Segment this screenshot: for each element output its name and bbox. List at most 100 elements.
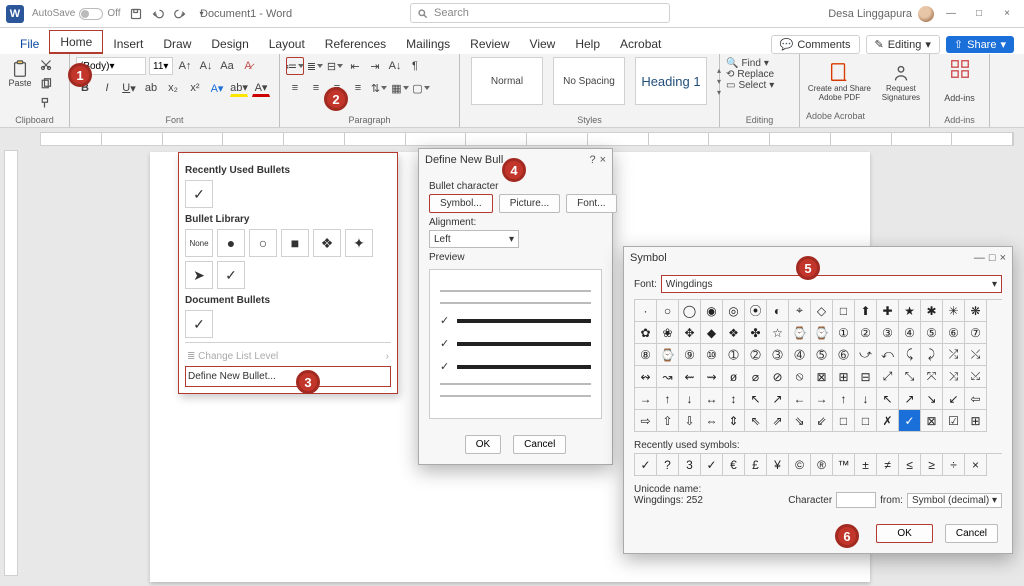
bullet-recent-check[interactable]: ✓ [185, 180, 213, 208]
symbol-cell[interactable]: ↝ [657, 366, 679, 388]
editing-mode-button[interactable]: ✎ Editing ▾ [866, 35, 940, 54]
symbol-cell[interactable]: ➁ [745, 344, 767, 366]
multilevel-button[interactable]: ⊟ [326, 57, 344, 75]
symbol-cell[interactable]: ⤨ [943, 366, 965, 388]
search-input[interactable]: Search [410, 3, 670, 23]
indent-dec-icon[interactable]: ⇤ [346, 57, 364, 75]
bullet-lib-0[interactable]: None [185, 229, 213, 257]
italic-icon[interactable]: I [98, 79, 116, 97]
symbol-cell[interactable]: · [635, 300, 657, 322]
symbol-cell[interactable]: ⤺ [877, 344, 899, 366]
symbol-cell[interactable]: ⇕ [723, 410, 745, 432]
symbol-cell[interactable]: ↑ [833, 388, 855, 410]
bullet-lib-6[interactable]: ➤ [185, 261, 213, 289]
replace-button[interactable]: ⟲ Replace [726, 69, 793, 80]
symbol-cell[interactable]: ⇦ [965, 388, 987, 410]
ok-button[interactable]: OK [876, 524, 932, 543]
symbol-cell[interactable]: ⦿ [745, 300, 767, 322]
symbol-cell[interactable]: ⇧ [657, 410, 679, 432]
symbol-cell[interactable]: ↔ [701, 388, 723, 410]
tab-references[interactable]: References [315, 33, 396, 54]
symbol-cell[interactable]: ↓ [855, 388, 877, 410]
symbol-cell[interactable]: ⊠ [811, 366, 833, 388]
avatar[interactable] [918, 6, 934, 22]
font-color-icon[interactable]: A▾ [252, 79, 270, 97]
symbol-cell[interactable]: ⑦ [965, 322, 987, 344]
close-icon[interactable]: × [996, 8, 1018, 19]
symbol-cell[interactable]: ⌚ [657, 344, 679, 366]
symbol-cell[interactable]: → [635, 388, 657, 410]
superscript-icon[interactable]: x² [186, 79, 204, 97]
cancel-button[interactable]: Cancel [513, 435, 566, 454]
symbol-cell[interactable]: ◆ [701, 322, 723, 344]
symbol-cell[interactable]: ⤻ [855, 344, 877, 366]
symbol-cell[interactable]: ⊘ [767, 366, 789, 388]
tab-home[interactable]: Home [49, 30, 103, 54]
recent-symbol-cell[interactable]: ✓ [635, 454, 657, 476]
symbol-cell[interactable]: ⤯ [965, 344, 987, 366]
undo-icon[interactable] [149, 5, 167, 23]
close-icon[interactable]: × [1000, 252, 1006, 264]
recent-symbol-cell[interactable]: ± [855, 454, 877, 476]
symbol-cell[interactable]: ⑩ [701, 344, 723, 366]
strike-icon[interactable]: ab [142, 79, 160, 97]
symbol-cell[interactable]: ↙ [943, 388, 965, 410]
select-button[interactable]: ▭ Select ▾ [726, 80, 793, 91]
recent-symbol-cell[interactable]: ≥ [921, 454, 943, 476]
symbol-cell[interactable]: ⤢ [877, 366, 899, 388]
symbol-cell[interactable]: ↖ [745, 388, 767, 410]
create-pdf-button[interactable]: Create and Share Adobe PDF [806, 62, 873, 102]
autosave-pill[interactable] [79, 8, 103, 20]
symbol-cell[interactable]: ⇝ [701, 366, 723, 388]
recent-symbol-cell[interactable]: 3 [679, 454, 701, 476]
maximize-icon[interactable]: □ [989, 252, 996, 264]
highlight-icon[interactable]: ab▾ [230, 79, 248, 97]
tab-file[interactable]: File [10, 33, 49, 54]
symbol-cell[interactable]: ➃ [789, 344, 811, 366]
change-case-icon[interactable]: Aa [218, 57, 236, 75]
symbol-font-select[interactable]: Wingdings▾ [661, 275, 1002, 293]
symbol-cell[interactable]: ⬆ [855, 300, 877, 322]
minimize-icon[interactable]: — [974, 252, 985, 264]
show-marks-icon[interactable]: ¶ [406, 57, 424, 75]
symbol-cell[interactable]: ⊠ [921, 410, 943, 432]
comments-button[interactable]: 💬 Comments [771, 35, 860, 54]
recent-symbol-cell[interactable]: © [789, 454, 811, 476]
symbol-cell[interactable]: ⊟ [855, 366, 877, 388]
symbol-cell[interactable]: ⇩ [679, 410, 701, 432]
save-icon[interactable] [127, 5, 145, 23]
recent-symbol-cell[interactable]: € [723, 454, 745, 476]
symbol-cell[interactable]: ⤮ [943, 344, 965, 366]
maximize-icon[interactable]: □ [968, 8, 990, 19]
symbol-cell[interactable]: ◯ [679, 300, 701, 322]
bullet-doc-check[interactable]: ✓ [185, 310, 213, 338]
symbol-cell[interactable]: ø [723, 366, 745, 388]
symbol-cell[interactable]: ⑨ [679, 344, 701, 366]
tab-review[interactable]: Review [460, 33, 519, 54]
borders-icon[interactable]: ▢ [412, 79, 430, 97]
bullet-lib-4[interactable]: ❖ [313, 229, 341, 257]
symbol-cell[interactable]: ➄ [811, 344, 833, 366]
symbol-cell[interactable]: ⤡ [899, 366, 921, 388]
symbol-cell[interactable]: ✓ [899, 410, 921, 432]
symbol-cell[interactable]: ⇔ [701, 410, 723, 432]
bullet-lib-1[interactable]: ● [217, 229, 245, 257]
symbol-cell[interactable]: ✚ [877, 300, 899, 322]
symbol-cell[interactable]: ↖ [877, 388, 899, 410]
numbering-button[interactable]: ≣ [306, 57, 324, 75]
symbol-cell[interactable]: ☆ [767, 322, 789, 344]
symbol-button[interactable]: Symbol... [429, 194, 493, 213]
bullet-lib-3[interactable]: ■ [281, 229, 309, 257]
ruler-vertical[interactable] [4, 150, 18, 576]
ruler-horizontal[interactable] [40, 132, 1014, 146]
tab-mailings[interactable]: Mailings [396, 33, 460, 54]
paste-button[interactable]: Paste [6, 57, 34, 91]
symbol-cell[interactable]: ★ [899, 300, 921, 322]
sort-icon[interactable]: A↓ [386, 57, 404, 75]
align-left-icon[interactable]: ≡ [286, 79, 304, 97]
symbol-cell[interactable]: ⇗ [767, 410, 789, 432]
font-button[interactable]: Font... [566, 194, 616, 213]
picture-button[interactable]: Picture... [499, 194, 560, 213]
symbol-cell[interactable]: ⇘ [789, 410, 811, 432]
recent-symbol-cell[interactable]: ≤ [899, 454, 921, 476]
